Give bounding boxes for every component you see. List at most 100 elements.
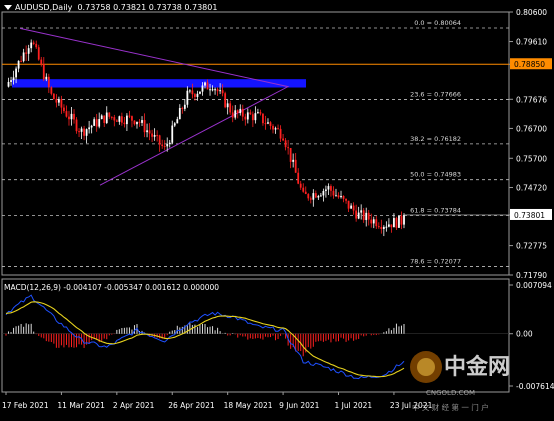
candle-bear [330, 186, 332, 191]
candle-bull [173, 123, 176, 126]
candle-bear [221, 90, 224, 94]
candle-bull [385, 226, 388, 228]
candle-bear [241, 108, 244, 117]
candle-bear [110, 116, 113, 118]
candle-bull [209, 89, 211, 91]
candle-bull [85, 129, 88, 136]
fib-level-label: 38.2 = 0.76182 [410, 135, 461, 143]
candle-bear [272, 125, 274, 130]
fib-level-label: 50.0 = 0.74983 [410, 171, 461, 179]
candle-bear [279, 128, 282, 139]
candle-bear [269, 122, 272, 126]
candle-bull [15, 68, 17, 78]
candle-bear [314, 193, 317, 198]
candle-bear [55, 99, 58, 103]
watermark-tagline: 中 文 财 经 第 一 门 户 [412, 402, 489, 412]
date-tick-label: 17 Feb 2021 [2, 401, 49, 410]
candle-bear [216, 89, 219, 92]
candle-bull [45, 76, 48, 80]
candle-bull [12, 77, 15, 81]
macd-tick-label: -0.007614 [516, 382, 554, 391]
candle-bull [325, 189, 327, 191]
candle-bear [143, 120, 146, 133]
candle-bull [327, 186, 330, 190]
candle-bear [115, 120, 118, 122]
candle-bear [259, 112, 262, 114]
candle-bear [40, 59, 43, 64]
candle-bull [211, 89, 214, 91]
chart-header: AUDUSD,Daily 0.73758 0.73821 0.73738 0.7… [4, 3, 217, 12]
candle-bear [68, 116, 70, 120]
candle-bull [393, 218, 395, 228]
candle-bear [287, 147, 290, 149]
candle-bear [289, 148, 292, 162]
fib-level-label: 0.0 = 0.80064 [414, 19, 461, 27]
candle-bull [10, 80, 12, 82]
price-tick-label: 0.76700 [516, 124, 547, 133]
fib-level-label: 61.8 = 0.73784 [410, 206, 461, 214]
candle-bull [100, 115, 103, 120]
candle-bull [90, 125, 93, 128]
candle-bear [148, 130, 151, 134]
chart-window[interactable]: 0.80600 0.79610 0.77676 0.76700 0.75700 0.747… [0, 0, 554, 417]
candle-bear [284, 140, 287, 148]
date-tick-label: 9 Jun 2021 [279, 401, 320, 410]
candle-bull [292, 159, 295, 162]
chart-menu-triangle-icon[interactable] [4, 5, 12, 10]
candle-bull [312, 193, 315, 200]
candle-bear [20, 60, 23, 62]
candle-bear [52, 93, 55, 100]
candle-bear [362, 210, 365, 221]
candle-bear [35, 43, 38, 48]
candle-bull [166, 144, 169, 147]
candle-bull [239, 108, 242, 114]
candle-bear [297, 172, 300, 184]
candle-bull [176, 119, 179, 124]
candle-bear [73, 113, 75, 120]
candle-bull [196, 93, 199, 97]
candle-bear [304, 191, 307, 195]
candle-bull [267, 122, 269, 124]
price-tick-label: 0.79610 [516, 38, 547, 47]
candle-bear [264, 123, 267, 125]
candle-bull [146, 130, 148, 133]
candle-bear [108, 112, 111, 117]
candle-bear [282, 138, 284, 141]
candle-bear [191, 90, 194, 95]
candle-bull [186, 90, 189, 105]
price-tick-label: 0.71790 [516, 271, 547, 280]
date-tick-label: 2 Apr 2021 [113, 401, 155, 410]
macd-tick-label: 0.007094 [516, 281, 552, 290]
candle-bull [118, 116, 121, 122]
candle-bear [120, 116, 123, 123]
candle-bull [403, 214, 405, 225]
candle-bear [370, 219, 373, 224]
candle-bear [103, 115, 106, 123]
candle-bear [163, 145, 166, 147]
candle-bear [277, 128, 279, 130]
candle-bull [387, 224, 390, 227]
candle-bear [390, 224, 393, 228]
chart-canvas[interactable]: 0.80600 0.79610 0.77676 0.76700 0.75700 0.747… [0, 0, 554, 417]
candle-bull [319, 195, 322, 197]
candle-bear [37, 47, 40, 60]
price-tick-label: 0.75700 [516, 154, 547, 163]
candle-bear [236, 110, 239, 114]
candle-bull [226, 103, 229, 108]
resistance-zone-rectangle[interactable] [12, 79, 306, 88]
symbol-timeframe: AUDUSD,Daily [15, 3, 73, 12]
date-tick-label: 11 Mar 2021 [57, 401, 105, 410]
candle-bear [131, 116, 133, 121]
candle-bear [377, 226, 380, 228]
candle-bear [113, 117, 116, 121]
symmetrical-triangle[interactable] [19, 27, 290, 186]
candle-bear [158, 135, 161, 145]
candle-bull [7, 81, 10, 87]
macd-main-line [5, 294, 405, 380]
candle-bear [206, 82, 209, 90]
macd-signal-line [5, 301, 405, 378]
candle-bear [231, 112, 234, 118]
candle-bear [262, 113, 264, 124]
candle-bull [317, 195, 320, 198]
candle-bull [219, 90, 222, 92]
